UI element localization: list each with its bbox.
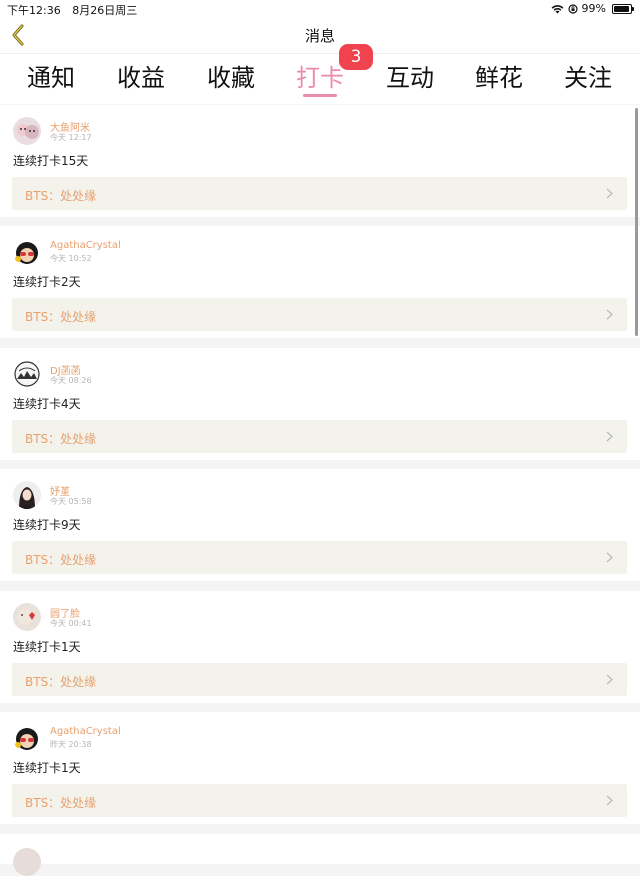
list-item: DJ菡菡 今天 08:26 连续打卡4天 BTS：处处缘: [0, 348, 640, 460]
unread-badge: 3: [339, 44, 373, 70]
avatar[interactable]: [13, 238, 41, 266]
active-tab-indicator: [303, 94, 337, 97]
avatar[interactable]: [13, 360, 41, 388]
album-link-label: BTS：处处缘: [25, 553, 97, 567]
album-link[interactable]: BTS：处处缘: [12, 177, 627, 210]
list-item: AgathaCrystal 今天 10:52 连续打卡2天 BTS：处处缘: [0, 226, 640, 338]
avatar[interactable]: [13, 724, 41, 752]
avatar[interactable]: [13, 481, 41, 509]
checkin-message: 连续打卡1天: [13, 761, 81, 775]
chevron-right-icon: [606, 188, 613, 199]
nav-bar: 消息: [0, 17, 640, 54]
chevron-right-icon: [606, 431, 613, 442]
timestamp: 今天 05:58: [50, 497, 92, 506]
page-title: 消息: [304, 27, 335, 45]
chevron-right-icon: [606, 674, 613, 685]
avatar[interactable]: [13, 603, 41, 631]
tab-bar: 通知 收益 收藏 打卡 3 互动 鲜花 关注: [0, 44, 640, 104]
album-link[interactable]: BTS：处处缘: [12, 298, 627, 331]
checkin-message: 连续打卡4天: [13, 397, 81, 411]
album-link[interactable]: BTS：处处缘: [12, 663, 627, 696]
chevron-right-icon: [606, 309, 613, 320]
status-date: 8月26日周三: [72, 4, 138, 17]
checkin-message: 连续打卡9天: [13, 518, 81, 532]
album-link[interactable]: BTS：处处缘: [12, 784, 627, 817]
album-link-label: BTS：处处缘: [25, 432, 97, 446]
rotation-lock-icon: [567, 3, 578, 14]
list-item: 圆了脸 今天 00:41 连续打卡1天 BTS：处处缘: [0, 591, 640, 703]
status-bar: 下午12:36 8月26日周三 99%: [0, 0, 640, 17]
tab-favorites[interactable]: 收藏: [196, 58, 266, 93]
chevron-right-icon: [606, 795, 613, 806]
tab-following[interactable]: 关注: [553, 58, 623, 93]
timestamp: 今天 00:41: [50, 619, 92, 628]
album-link[interactable]: BTS：处处缘: [12, 420, 627, 453]
timestamp: 今天 08:26: [50, 376, 92, 385]
album-link-label: BTS：处处缘: [25, 189, 97, 203]
timestamp: 今天 10:52: [50, 254, 92, 263]
album-link-label: BTS：处处缘: [25, 310, 97, 324]
tab-notifications[interactable]: 通知: [16, 58, 86, 93]
list-item: AgathaCrystal 昨天 20:38 连续打卡1天 BTS：处处缘: [0, 712, 640, 824]
checkin-message: 连续打卡15天: [13, 154, 89, 168]
album-link-label: BTS：处处缘: [25, 675, 97, 689]
username[interactable]: AgathaCrystal: [50, 240, 121, 251]
checkin-message: 连续打卡1天: [13, 640, 81, 654]
tab-earnings[interactable]: 收益: [106, 58, 176, 93]
list-item: 妤堇 今天 05:58 连续打卡9天 BTS：处处缘: [0, 469, 640, 581]
scrollbar[interactable]: [635, 108, 638, 336]
album-link[interactable]: BTS：处处缘: [12, 541, 627, 574]
tab-checkin-label: 打卡: [296, 64, 344, 92]
battery-icon: [612, 3, 634, 14]
timestamp: 今天 12:17: [50, 133, 92, 142]
album-link-label: BTS：处处缘: [25, 796, 97, 810]
checkin-message: 连续打卡2天: [13, 275, 81, 289]
timestamp: 昨天 20:38: [50, 740, 92, 749]
status-time: 下午12:36: [7, 4, 61, 17]
avatar[interactable]: [13, 117, 41, 145]
avatar[interactable]: [13, 848, 41, 876]
username[interactable]: AgathaCrystal: [50, 726, 121, 737]
list-item: [0, 834, 640, 876]
list-item: 大鱼阿米 今天 12:17 连续打卡15天 BTS：处处缘: [0, 105, 640, 217]
tab-interaction[interactable]: 互动: [375, 58, 445, 93]
tab-flowers[interactable]: 鲜花: [464, 58, 534, 93]
wifi-icon: [551, 4, 564, 14]
battery-percent: 99%: [581, 2, 606, 15]
chevron-right-icon: [606, 552, 613, 563]
